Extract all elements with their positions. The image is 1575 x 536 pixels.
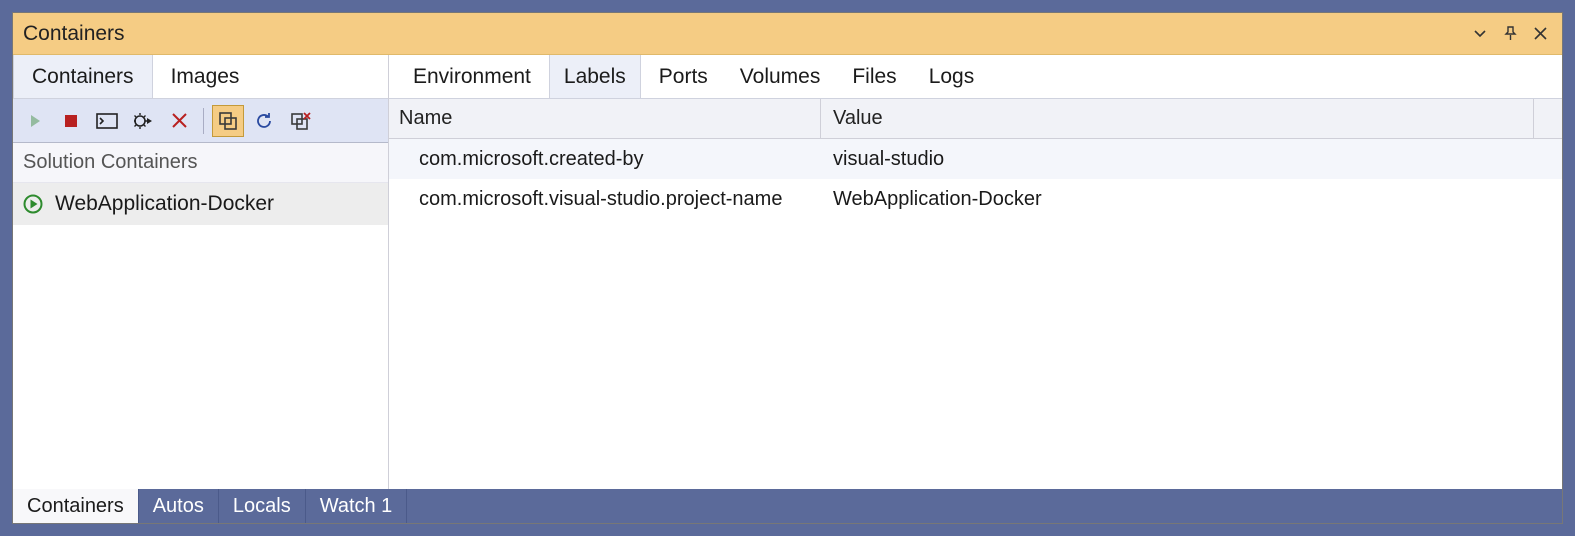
- solution-containers-icon: [218, 111, 238, 131]
- tab-files[interactable]: Files: [838, 55, 910, 98]
- table-row[interactable]: com.microsoft.visual-studio.project-name…: [389, 179, 1562, 219]
- tab-label: Autos: [153, 495, 204, 518]
- tab-label: Locals: [233, 495, 291, 518]
- label-name-cell: com.microsoft.created-by: [389, 139, 821, 179]
- stop-button[interactable]: [55, 105, 87, 137]
- column-header-value[interactable]: Value: [821, 99, 1534, 138]
- remove-button[interactable]: [163, 105, 195, 137]
- pin-button[interactable]: [1496, 20, 1524, 48]
- tab-label: Logs: [929, 65, 975, 89]
- label-value-cell: visual-studio: [821, 139, 1562, 179]
- toolbar-separator: [203, 108, 204, 134]
- start-button[interactable]: [19, 105, 51, 137]
- tab-ports[interactable]: Ports: [645, 55, 722, 98]
- stop-icon: [64, 114, 78, 128]
- bottom-tool-tabs: Containers Autos Locals Watch 1: [13, 489, 1562, 523]
- left-pane: Containers Images: [13, 55, 389, 489]
- tab-environment[interactable]: Environment: [399, 55, 545, 98]
- tab-logs[interactable]: Logs: [915, 55, 989, 98]
- left-tabs: Containers Images: [13, 55, 388, 99]
- right-pane: Environment Labels Ports Volumes Files L…: [389, 55, 1562, 489]
- label-name-cell: com.microsoft.visual-studio.project-name: [389, 179, 821, 219]
- titlebar: Containers: [13, 13, 1562, 55]
- container-item[interactable]: WebApplication-Docker: [13, 183, 388, 225]
- left-toolbar: [13, 99, 388, 143]
- window-options-button[interactable]: [1466, 20, 1494, 48]
- bottom-tab-locals[interactable]: Locals: [219, 489, 306, 523]
- play-icon: [27, 113, 43, 129]
- refresh-button[interactable]: [248, 105, 280, 137]
- panel-title: Containers: [23, 22, 125, 46]
- containers-panel: Containers Contai: [12, 12, 1563, 524]
- tab-label: Containers: [27, 495, 124, 518]
- container-name: WebApplication-Docker: [55, 192, 274, 216]
- table-row[interactable]: com.microsoft.created-by visual-studio: [389, 139, 1562, 179]
- remove-x-icon: [171, 112, 188, 129]
- bottom-tab-watch1[interactable]: Watch 1: [306, 489, 408, 523]
- gear-play-icon: [133, 112, 153, 130]
- pin-icon: [1503, 26, 1518, 41]
- tab-label: Labels: [564, 65, 626, 89]
- refresh-icon: [254, 111, 274, 131]
- show-solution-containers-button[interactable]: [212, 105, 244, 137]
- column-header-extra: [1534, 99, 1562, 138]
- titlebar-controls: [1466, 20, 1554, 48]
- tab-label: Files: [852, 65, 896, 89]
- tab-label: Environment: [413, 65, 531, 89]
- tab-label: Volumes: [740, 65, 821, 89]
- tab-labels[interactable]: Labels: [549, 55, 641, 98]
- tab-label: Containers: [32, 65, 134, 89]
- right-tabs: Environment Labels Ports Volumes Files L…: [389, 55, 1562, 99]
- bottom-tab-containers[interactable]: Containers: [13, 489, 139, 523]
- terminal-icon: [96, 113, 118, 129]
- running-status-icon: [23, 194, 43, 214]
- section-header: Solution Containers: [13, 143, 388, 183]
- tab-volumes[interactable]: Volumes: [726, 55, 835, 98]
- attach-debugger-button[interactable]: [127, 105, 159, 137]
- tab-containers[interactable]: Containers: [13, 55, 153, 98]
- chevron-down-icon: [1473, 27, 1487, 41]
- prune-button[interactable]: [284, 105, 316, 137]
- close-icon: [1533, 26, 1548, 41]
- prune-icon: [289, 111, 311, 131]
- column-header-name[interactable]: Name: [389, 99, 821, 138]
- close-button[interactable]: [1526, 20, 1554, 48]
- container-list: WebApplication-Docker: [13, 183, 388, 489]
- terminal-button[interactable]: [91, 105, 123, 137]
- grid-header: Name Value: [389, 99, 1562, 139]
- label-value-cell: WebApplication-Docker: [821, 179, 1562, 219]
- grid-body: com.microsoft.created-by visual-studio c…: [389, 139, 1562, 489]
- tab-label: Images: [171, 65, 240, 89]
- tab-label: Ports: [659, 65, 708, 89]
- bottom-tab-autos[interactable]: Autos: [139, 489, 219, 523]
- tab-images[interactable]: Images: [153, 55, 258, 98]
- section-header-text: Solution Containers: [23, 151, 198, 173]
- tab-label: Watch 1: [320, 495, 393, 518]
